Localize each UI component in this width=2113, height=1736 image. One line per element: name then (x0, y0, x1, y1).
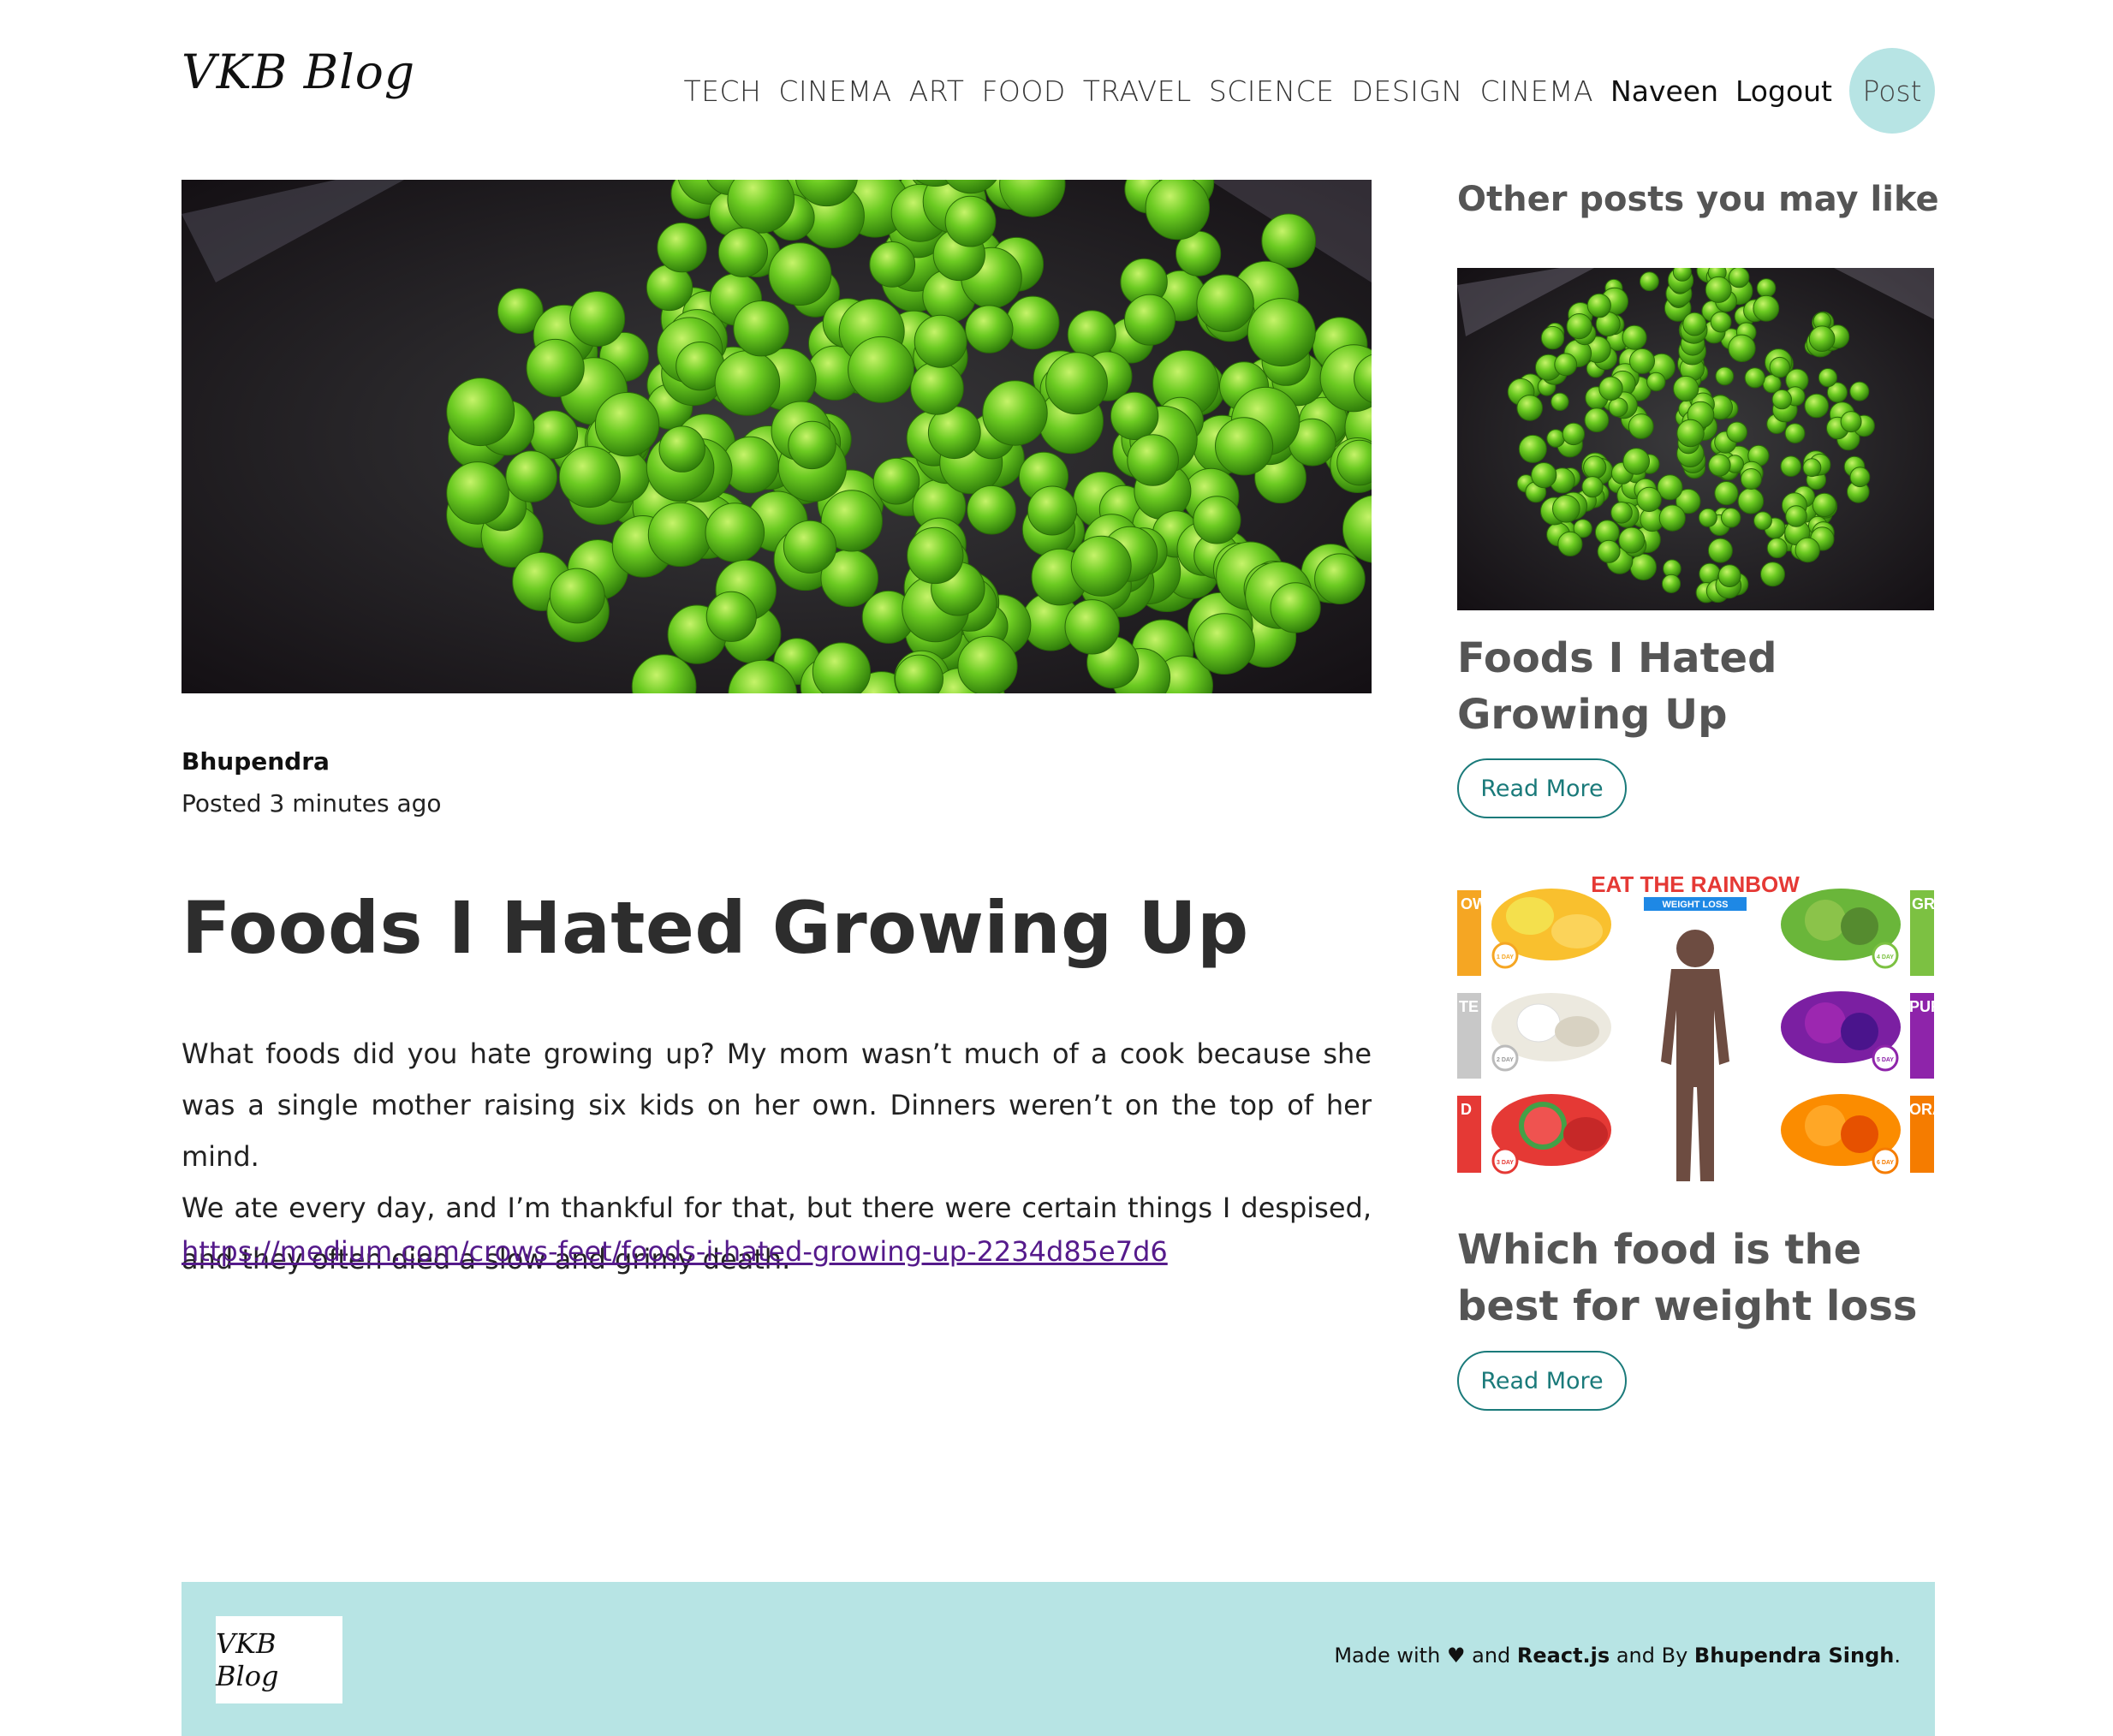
rainbow-infographic: OW GR TE PUR D ORA EAT THE RAINBOW WEIGH… (1457, 873, 1934, 1188)
post-timestamp: Posted 3 minutes ago (182, 789, 442, 817)
sidebar-heading: Other posts you may like (1457, 180, 1939, 219)
article-paragraph: What foods did you hate growing up? My m… (182, 1037, 1372, 1173)
nav-science[interactable]: SCIENCE (1209, 74, 1335, 108)
footer-text: Made with (1334, 1644, 1441, 1668)
site-footer: VKB Blog Made with ♥ and React.js and By… (182, 1582, 1935, 1736)
nav-art[interactable]: ART (909, 74, 965, 108)
card-title[interactable]: Foods I Hated Growing Up (1457, 630, 1954, 743)
post-button[interactable]: Post (1849, 48, 1935, 134)
nav-cinema[interactable]: CINEMA (778, 74, 891, 108)
nav-food[interactable]: FOOD (981, 74, 1065, 108)
article-source-link[interactable]: https://medium.com/crows-feet/foods-i-ha… (182, 1235, 1168, 1268)
heart-icon: ♥ (1446, 1644, 1466, 1668)
footer-text: and (1472, 1644, 1511, 1668)
day-badge: 1 DAY (1497, 954, 1514, 960)
infographic-banner: EAT THE RAINBOW (1591, 873, 1800, 897)
card-thumbnail[interactable] (1457, 268, 1934, 610)
label-text: OW (1461, 895, 1487, 913)
day-badge: 6 DAY (1877, 1160, 1894, 1166)
nav-cinema-2[interactable]: CINEMA (1480, 74, 1593, 108)
nav-username[interactable]: Naveen (1610, 74, 1718, 108)
footer-period: . (1894, 1644, 1901, 1668)
day-badge: 3 DAY (1497, 1160, 1514, 1166)
site-logo[interactable]: VKB Blog (182, 45, 415, 99)
label-text: PUR (1909, 998, 1934, 1015)
label-text: ORA (1909, 1101, 1934, 1118)
card-title[interactable]: Which food is the best for weight loss (1457, 1222, 1954, 1335)
footer-text: and By (1616, 1644, 1688, 1668)
main-nav: TECH CINEMA ART FOOD TRAVEL SCIENCE DESI… (683, 48, 1935, 134)
label-text: GR (1912, 895, 1934, 913)
footer-author: Bhupendra Singh (1693, 1644, 1895, 1668)
read-more-button[interactable]: Read More (1457, 1351, 1627, 1411)
day-badge: 5 DAY (1877, 1057, 1894, 1063)
nav-travel[interactable]: TRAVEL (1083, 74, 1192, 108)
day-badge: 4 DAY (1877, 954, 1894, 960)
label-text: TE (1459, 998, 1479, 1015)
day-badge: 2 DAY (1497, 1057, 1514, 1063)
label-text: D (1461, 1101, 1472, 1118)
article-title: Foods I Hated Growing Up (182, 886, 1249, 970)
footer-credit: Made with ♥ and React.js and By Bhupendr… (1334, 1644, 1901, 1668)
nav-design[interactable]: DESIGN (1351, 74, 1462, 108)
footer-logo[interactable]: VKB Blog (216, 1616, 342, 1703)
hero-image (182, 180, 1372, 693)
footer-tech: React.js (1516, 1644, 1610, 1668)
infographic-subbanner: WEIGHT LOSS (1663, 900, 1729, 910)
nav-tech[interactable]: TECH (683, 74, 761, 108)
peas-photo (182, 180, 1372, 693)
article-paragraph: We ate every day, and I’m thankful for t… (182, 1192, 1372, 1275)
author-name: Bhupendra (182, 747, 330, 776)
peas-thumbnail (1457, 268, 1934, 610)
logout-link[interactable]: Logout (1735, 74, 1832, 108)
card-thumbnail[interactable]: OW GR TE PUR D ORA EAT THE RAINBOW WEIGH… (1457, 873, 1934, 1188)
read-more-button[interactable]: Read More (1457, 758, 1627, 818)
